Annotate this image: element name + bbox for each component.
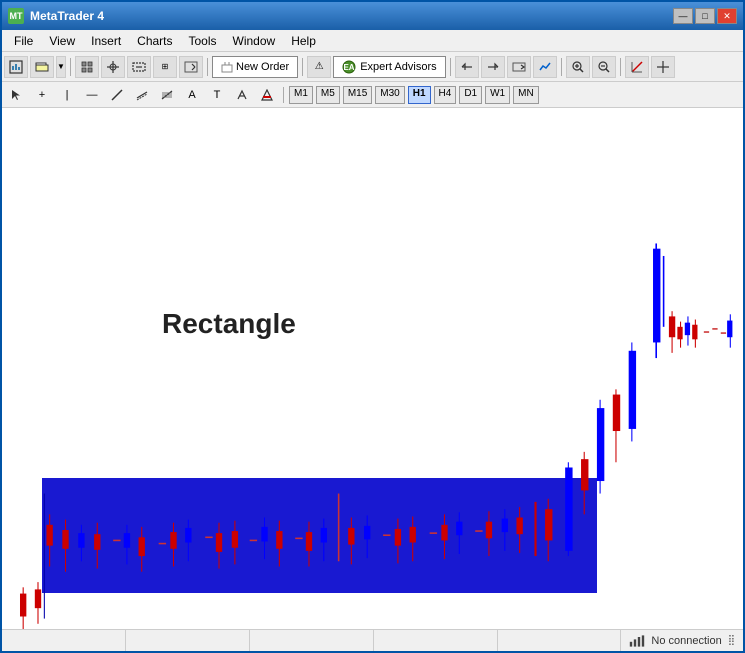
tf-d1[interactable]: D1 <box>459 86 482 104</box>
new-order-button[interactable]: New Order <box>212 56 298 78</box>
zoom-out-btn[interactable] <box>592 56 616 78</box>
chart-line-btn[interactable] <box>533 56 557 78</box>
resize-grip[interactable]: ⣿ <box>728 635 735 646</box>
arrow-tools-btn[interactable] <box>231 85 253 105</box>
status-seg-1 <box>2 630 126 651</box>
signal-icon <box>629 635 645 647</box>
tf-m5[interactable]: M5 <box>316 86 340 104</box>
minimize-button[interactable]: — <box>673 8 693 24</box>
status-right: No connection ⣿ <box>621 635 743 647</box>
channels-btn[interactable] <box>131 85 153 105</box>
tf-m1[interactable]: M1 <box>289 86 313 104</box>
expert-advisors-button[interactable]: EA Expert Advisors <box>333 56 445 78</box>
title-bar: MT MetaTrader 4 — □ ✕ <box>2 2 743 30</box>
menu-bar: File View Insert Charts Tools Window Hel… <box>2 30 743 52</box>
chart-inner: Rectangle <box>2 108 743 629</box>
alert-btn[interactable]: ⚠ <box>307 56 331 78</box>
svg-text:EA: EA <box>344 63 355 72</box>
toolbar-main: ▼ ⊞ New Order ⚠ EA Expert Advisors <box>2 52 743 82</box>
trendline-btn[interactable] <box>106 85 128 105</box>
app-icon: MT <box>8 8 24 24</box>
status-seg-2 <box>126 630 250 651</box>
menu-insert[interactable]: Insert <box>83 32 129 50</box>
history2-btn[interactable] <box>481 56 505 78</box>
close-button[interactable]: ✕ <box>717 8 737 24</box>
sep2 <box>207 58 208 76</box>
open-btn[interactable] <box>30 56 54 78</box>
chart-area[interactable]: Rectangle <box>2 108 743 651</box>
menu-help[interactable]: Help <box>283 32 324 50</box>
menu-file[interactable]: File <box>6 32 41 50</box>
tf-w1[interactable]: W1 <box>485 86 510 104</box>
tf-h4[interactable]: H4 <box>434 86 457 104</box>
tf-m15[interactable]: M15 <box>343 86 372 104</box>
select-tool-btn[interactable] <box>6 85 28 105</box>
menu-tools[interactable]: Tools <box>181 32 225 50</box>
chart-shift-btn[interactable] <box>179 56 203 78</box>
tf-sep <box>283 87 284 103</box>
toolbar-drawing: + | — A T M1 M5 M15 M30 H1 H4 D1 W1 MN <box>2 82 743 108</box>
title-bar-left: MT MetaTrader 4 <box>8 8 104 24</box>
crosshair-tool-btn[interactable]: + <box>31 85 53 105</box>
indicator-btn[interactable] <box>625 56 649 78</box>
auto-scroll-btn[interactable] <box>507 56 531 78</box>
period-sep-btn[interactable]: ⊞ <box>153 56 177 78</box>
zoom-in-btn[interactable] <box>566 56 590 78</box>
tf-m30[interactable]: M30 <box>375 86 404 104</box>
zoom-select-btn[interactable] <box>127 56 151 78</box>
main-window: MT MetaTrader 4 — □ ✕ File View Insert C… <box>0 0 745 653</box>
color-btn[interactable] <box>256 85 278 105</box>
menu-charts[interactable]: Charts <box>129 32 180 50</box>
sep4 <box>450 58 451 76</box>
candle-group <box>20 243 732 629</box>
status-seg-3 <box>250 630 374 651</box>
chart-canvas[interactable]: Rectangle <box>2 108 743 629</box>
menu-view[interactable]: View <box>41 32 83 50</box>
title-controls: — □ ✕ <box>673 8 737 24</box>
text-label-btn[interactable]: T <box>206 85 228 105</box>
vertical-line-btn[interactable]: | <box>56 85 78 105</box>
text-btn[interactable]: A <box>181 85 203 105</box>
period-sep2-btn[interactable] <box>651 56 675 78</box>
tf-h1[interactable]: H1 <box>408 86 431 104</box>
sep3 <box>302 58 303 76</box>
status-seg-4 <box>374 630 498 651</box>
no-connection-text: No connection <box>651 635 721 647</box>
history-btn[interactable] <box>455 56 479 78</box>
sep5 <box>561 58 562 76</box>
fibo-btn[interactable] <box>156 85 178 105</box>
menu-window[interactable]: Window <box>225 32 284 50</box>
tf-mn[interactable]: MN <box>513 86 539 104</box>
maximize-button[interactable]: □ <box>695 8 715 24</box>
crosshair-btn[interactable] <box>101 56 125 78</box>
profiles-btn[interactable] <box>75 56 99 78</box>
window-title: MetaTrader 4 <box>30 9 104 23</box>
horizontal-line-btn[interactable]: — <box>81 85 103 105</box>
status-seg-5 <box>498 630 622 651</box>
status-bar: No connection ⣿ <box>2 629 743 651</box>
new-chart-btn[interactable] <box>4 56 28 78</box>
sep1 <box>70 58 71 76</box>
sep6 <box>620 58 621 76</box>
open-arrow-btn[interactable]: ▼ <box>56 56 66 78</box>
candlestick-chart <box>2 108 743 629</box>
